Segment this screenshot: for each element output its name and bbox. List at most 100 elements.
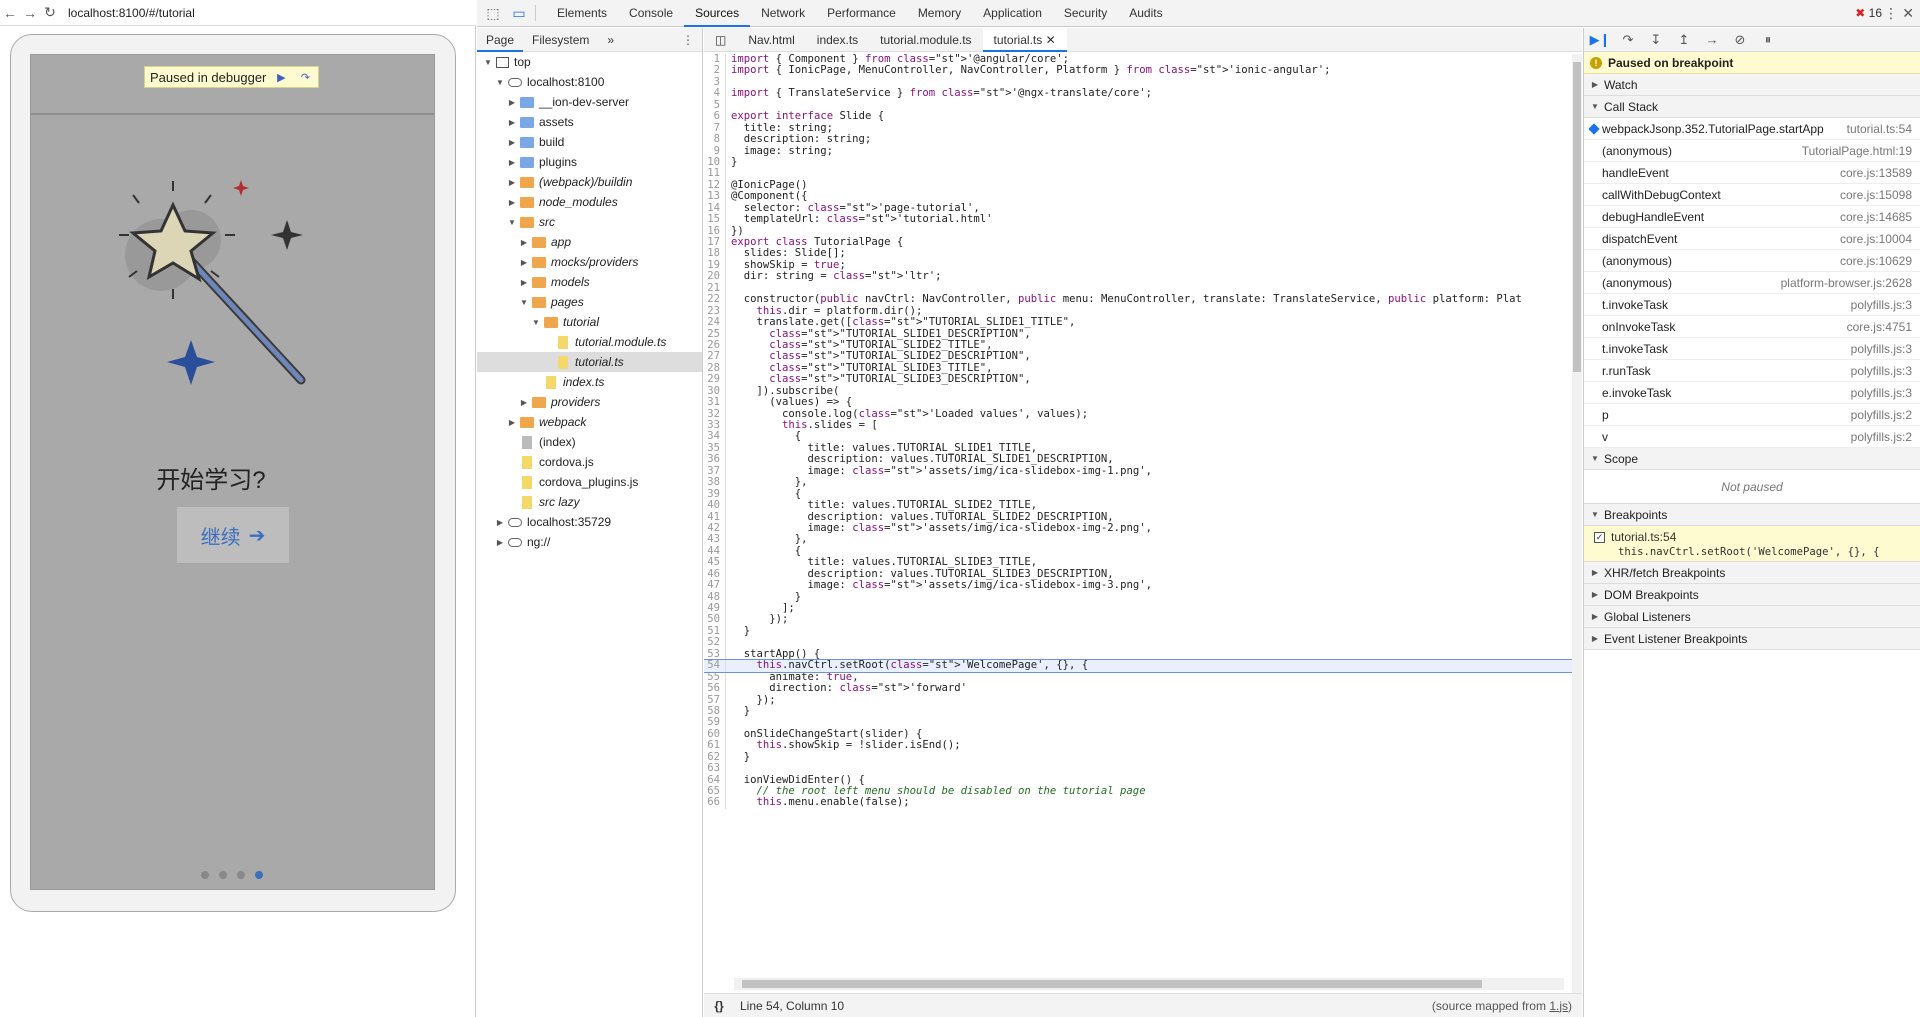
- call-frame-location[interactable]: core.js:10004: [1840, 232, 1912, 246]
- pretty-print-icon[interactable]: {}: [704, 999, 734, 1013]
- call-frame[interactable]: dispatchEvent core.js:10004: [1584, 228, 1920, 250]
- breakpoint-item[interactable]: ✓ tutorial.ts:54 this.navCtrl.setRoot('We…: [1584, 526, 1920, 562]
- close-tab-icon[interactable]: ✕: [1042, 33, 1056, 47]
- pager-dot[interactable]: [201, 871, 209, 879]
- editor-horizontal-scrollbar[interactable]: [734, 978, 1564, 990]
- editor-tab[interactable]: Nav.html: [737, 28, 805, 52]
- pager-dot-active[interactable]: [255, 871, 263, 879]
- line-number[interactable]: 38: [704, 476, 726, 489]
- tree-item[interactable]: tutorial.ts: [477, 352, 702, 372]
- more-options-icon[interactable]: ⋮: [1884, 5, 1898, 22]
- call-frame-location[interactable]: polyfills.js:2: [1851, 430, 1912, 444]
- editor-tab[interactable]: index.ts: [806, 28, 869, 52]
- more-tabs-icon[interactable]: »: [598, 28, 623, 52]
- line-number[interactable]: 45: [704, 556, 726, 569]
- call-frame-location[interactable]: core.js:10629: [1840, 254, 1912, 268]
- call-frame-location[interactable]: polyfills.js:3: [1851, 364, 1912, 378]
- tree-item[interactable]: cordova_plugins.js: [477, 472, 702, 492]
- source-map-link[interactable]: 1.js: [1549, 999, 1568, 1013]
- step-icon[interactable]: →: [1702, 30, 1722, 50]
- tab-performance[interactable]: Performance: [816, 0, 907, 27]
- call-frame[interactable]: p polyfills.js:2: [1584, 404, 1920, 426]
- inspect-element-icon[interactable]: ⬚: [483, 3, 503, 23]
- section-dom-breakpoints[interactable]: ▶ DOM Breakpoints: [1584, 584, 1920, 606]
- section-breakpoints[interactable]: ▼ Breakpoints: [1584, 504, 1920, 526]
- call-frame[interactable]: handleEvent core.js:13589: [1584, 162, 1920, 184]
- tab-page[interactable]: Page: [477, 28, 524, 52]
- tree-item[interactable]: ▶ node_modules: [477, 192, 702, 212]
- tree-item[interactable]: ▶ providers: [477, 392, 702, 412]
- line-number[interactable]: 8: [704, 133, 726, 146]
- tree-item[interactable]: ▼ top: [477, 52, 702, 72]
- tree-item[interactable]: ▼ localhost:8100: [477, 72, 702, 92]
- call-frame[interactable]: t.invokeTask polyfills.js:3: [1584, 294, 1920, 316]
- step-out-icon[interactable]: ↥: [1674, 30, 1694, 50]
- call-frame-location[interactable]: core.js:15098: [1840, 188, 1912, 202]
- back-icon[interactable]: ←: [0, 5, 20, 21]
- call-frame-location[interactable]: polyfills.js:3: [1851, 298, 1912, 312]
- call-frame-location[interactable]: core.js:4751: [1847, 320, 1912, 334]
- url-text[interactable]: localhost:8100/#/tutorial: [68, 6, 195, 20]
- editor-tab[interactable]: tutorial.ts ✕: [982, 27, 1067, 52]
- tree-item[interactable]: ▼ pages: [477, 292, 702, 312]
- deactivate-breakpoints-icon[interactable]: ⊘: [1730, 30, 1750, 50]
- call-frame[interactable]: r.runTask polyfills.js:3: [1584, 360, 1920, 382]
- editor-vertical-scrollbar[interactable]: [1572, 54, 1582, 1001]
- tab-application[interactable]: Application: [972, 0, 1053, 27]
- tree-item[interactable]: ▶ assets: [477, 112, 702, 132]
- call-frame-location[interactable]: polyfills.js:2: [1851, 408, 1912, 422]
- scrollbar-thumb[interactable]: [1573, 62, 1581, 372]
- section-xhr-fetch-breakpoints[interactable]: ▶ XHR/fetch Breakpoints: [1584, 562, 1920, 584]
- scrollbar-thumb[interactable]: [742, 980, 1482, 988]
- section-global-listeners[interactable]: ▶ Global Listeners: [1584, 606, 1920, 628]
- line-number[interactable]: 54: [704, 659, 726, 672]
- call-frame-location[interactable]: TutorialPage.html:19: [1802, 144, 1912, 158]
- tab-audits[interactable]: Audits: [1118, 0, 1173, 27]
- tree-item[interactable]: ▶ __ion-dev-server: [477, 92, 702, 112]
- line-number[interactable]: 66: [704, 796, 726, 809]
- tree-item[interactable]: ▼ tutorial: [477, 312, 702, 332]
- call-frame-location[interactable]: platform-browser.js:2628: [1781, 276, 1912, 290]
- forward-icon[interactable]: →: [20, 5, 40, 21]
- section-watch[interactable]: ▶ Watch: [1584, 74, 1920, 96]
- tab-security[interactable]: Security: [1053, 0, 1118, 27]
- call-frame[interactable]: t.invokeTask polyfills.js:3: [1584, 338, 1920, 360]
- tab-sources[interactable]: Sources: [684, 0, 751, 27]
- continue-button[interactable]: 继续 ➔: [177, 507, 289, 563]
- resume-icon[interactable]: ▶: [272, 69, 290, 85]
- navigator-menu-icon[interactable]: ⋮: [682, 33, 694, 47]
- call-frame[interactable]: callWithDebugContext core.js:15098: [1584, 184, 1920, 206]
- call-frame[interactable]: (anonymous) platform-browser.js:2628: [1584, 272, 1920, 294]
- call-frame-location[interactable]: tutorial.ts:54: [1847, 122, 1912, 136]
- call-frame-location[interactable]: core.js:13589: [1840, 166, 1912, 180]
- line-number[interactable]: 6: [704, 110, 726, 123]
- tab-filesystem[interactable]: Filesystem: [523, 28, 598, 52]
- tree-item[interactable]: tutorial.module.ts: [477, 332, 702, 352]
- call-frame[interactable]: (anonymous) core.js:10629: [1584, 250, 1920, 272]
- tree-item[interactable]: ▶ (webpack)/buildin: [477, 172, 702, 192]
- tree-item[interactable]: ▶ mocks/providers: [477, 252, 702, 272]
- code-view[interactable]: 1 import { Component } from class="st">'@…: [704, 54, 1572, 1001]
- step-into-icon[interactable]: ↧: [1646, 30, 1666, 50]
- tree-item[interactable]: src lazy: [477, 492, 702, 512]
- line-number[interactable]: 40: [704, 499, 726, 512]
- call-frame[interactable]: debugHandleEvent core.js:14685: [1584, 206, 1920, 228]
- tree-item[interactable]: ▶ models: [477, 272, 702, 292]
- line-number[interactable]: 22: [704, 293, 726, 306]
- call-frame-location[interactable]: polyfills.js:3: [1851, 342, 1912, 356]
- line-number[interactable]: 29: [704, 373, 726, 386]
- tree-item[interactable]: cordova.js: [477, 452, 702, 472]
- tab-elements[interactable]: Elements: [546, 0, 618, 27]
- step-over-icon[interactable]: ↷: [296, 69, 314, 85]
- call-frame[interactable]: onInvokeTask core.js:4751: [1584, 316, 1920, 338]
- tree-item[interactable]: index.ts: [477, 372, 702, 392]
- tree-item[interactable]: ▶ ng://: [477, 532, 702, 552]
- section-scope[interactable]: ▼ Scope: [1584, 448, 1920, 470]
- tree-item[interactable]: (index): [477, 432, 702, 452]
- resume-icon[interactable]: ▶❙: [1590, 30, 1611, 50]
- tree-item[interactable]: ▶ webpack: [477, 412, 702, 432]
- editor-tab[interactable]: tutorial.module.ts: [869, 28, 982, 52]
- close-icon[interactable]: ✕: [1902, 5, 1914, 22]
- line-number[interactable]: 61: [704, 739, 726, 752]
- call-frame-location[interactable]: core.js:14685: [1840, 210, 1912, 224]
